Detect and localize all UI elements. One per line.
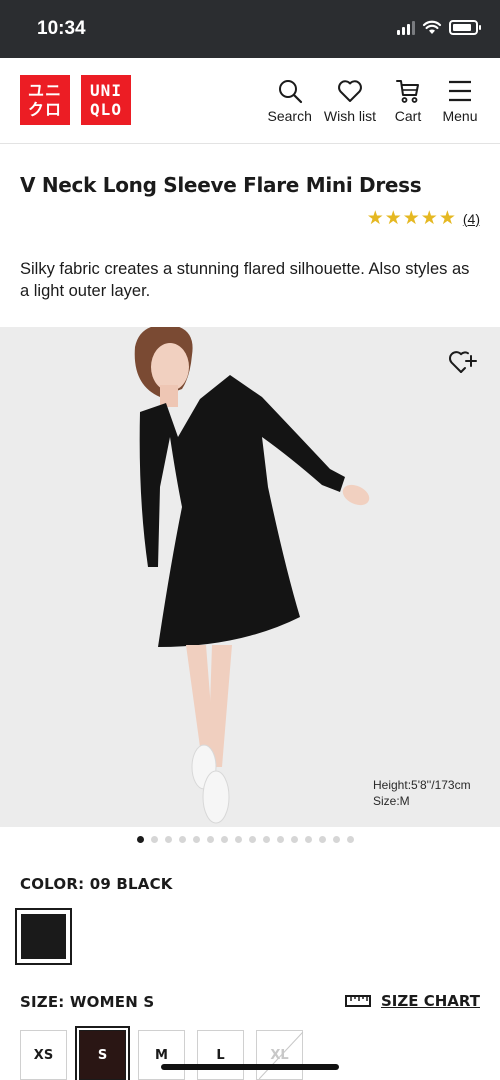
status-bar: 10:34 (0, 0, 500, 58)
gallery-dot[interactable] (277, 836, 284, 843)
color-swatch-black (21, 914, 66, 959)
model-height: Height:5'8''/173cm (373, 778, 471, 792)
gallery-pagination (137, 836, 354, 843)
product-title: V Neck Long Sleeve Flare Mini Dress (20, 173, 422, 197)
battery-icon (449, 20, 481, 35)
cart-button[interactable]: Cart (388, 78, 428, 124)
product-rating[interactable]: ★★★★★ (4) (367, 207, 480, 230)
size-option-label: XS (33, 1047, 54, 1063)
size-option-xl[interactable]: XL (256, 1030, 303, 1080)
cart-label: Cart (394, 108, 422, 124)
search-button[interactable]: Search (268, 78, 312, 124)
size-option-label: M (155, 1047, 168, 1063)
size-chart-label: SIZE CHART (380, 992, 480, 1010)
gallery-dot[interactable] (305, 836, 312, 843)
size-chart-link[interactable]: SIZE CHART (344, 992, 480, 1010)
header-nav: Search Wish list Cart Menu (268, 78, 480, 124)
wishlist-button[interactable]: Wish list (324, 78, 376, 124)
wifi-icon (422, 20, 442, 34)
gallery-dot[interactable] (235, 836, 242, 843)
model-photo (0, 327, 500, 827)
size-option-label: XL (270, 1047, 289, 1063)
size-option-xs[interactable]: XS (20, 1030, 67, 1080)
site-header: ユニ クロ UNI QLO Search Wish list Cart Menu (0, 58, 500, 144)
gallery-dot[interactable] (165, 836, 172, 843)
gallery-dot[interactable] (263, 836, 270, 843)
cellular-signal-icon (397, 20, 415, 35)
status-time: 10:34 (37, 18, 86, 39)
model-info-caption: Height:5'8''/173cm Size:M (373, 777, 471, 809)
gallery-dot[interactable] (319, 836, 326, 843)
heart-icon (337, 80, 362, 102)
uniqlo-logo[interactable]: ユニ クロ UNI QLO (20, 75, 131, 125)
size-selector: XS S M L XL (20, 1026, 303, 1080)
rating-stars-icon: ★★★★★ (366, 208, 457, 229)
ruler-icon (344, 995, 371, 1007)
model-size: Size:M (373, 794, 410, 808)
size-option-s[interactable]: S (75, 1026, 130, 1080)
size-option-label: L (216, 1047, 225, 1063)
search-label: Search (267, 108, 312, 124)
gallery-dot[interactable] (151, 836, 158, 843)
product-image[interactable]: Height:5'8''/173cm Size:M (0, 327, 500, 827)
gallery-dot[interactable] (249, 836, 256, 843)
gallery-dot[interactable] (207, 836, 214, 843)
size-option-m[interactable]: M (138, 1030, 185, 1080)
size-option-label: S (80, 1031, 125, 1079)
battery-level (453, 24, 471, 31)
wishlist-label: Wish list (323, 108, 376, 124)
color-label: COLOR: 09 BLACK (20, 875, 173, 893)
add-to-wishlist-icon[interactable] (448, 347, 478, 377)
gallery-dot[interactable] (333, 836, 340, 843)
status-icons (397, 20, 481, 35)
gallery-dot[interactable] (347, 836, 354, 843)
menu-icon (449, 80, 471, 102)
cart-icon (396, 80, 419, 103)
gallery-dot[interactable] (193, 836, 200, 843)
product-description: Silky fabric creates a stunning flared s… (20, 260, 470, 300)
color-swatch-selected[interactable] (15, 908, 72, 965)
review-count-link[interactable]: (4) (463, 211, 480, 227)
size-label: SIZE: WOMEN S (20, 993, 155, 1011)
gallery-dot[interactable] (221, 836, 228, 843)
search-icon (278, 80, 302, 104)
gallery-dot[interactable] (137, 836, 144, 843)
size-option-l[interactable]: L (197, 1030, 244, 1080)
logo-katakana: ユニ クロ (20, 75, 70, 125)
logo-latin: UNI QLO (81, 75, 131, 125)
home-indicator[interactable] (161, 1064, 339, 1070)
gallery-dot[interactable] (291, 836, 298, 843)
menu-label: Menu (442, 108, 478, 124)
gallery-dot[interactable] (179, 836, 186, 843)
menu-button[interactable]: Menu (440, 78, 480, 124)
